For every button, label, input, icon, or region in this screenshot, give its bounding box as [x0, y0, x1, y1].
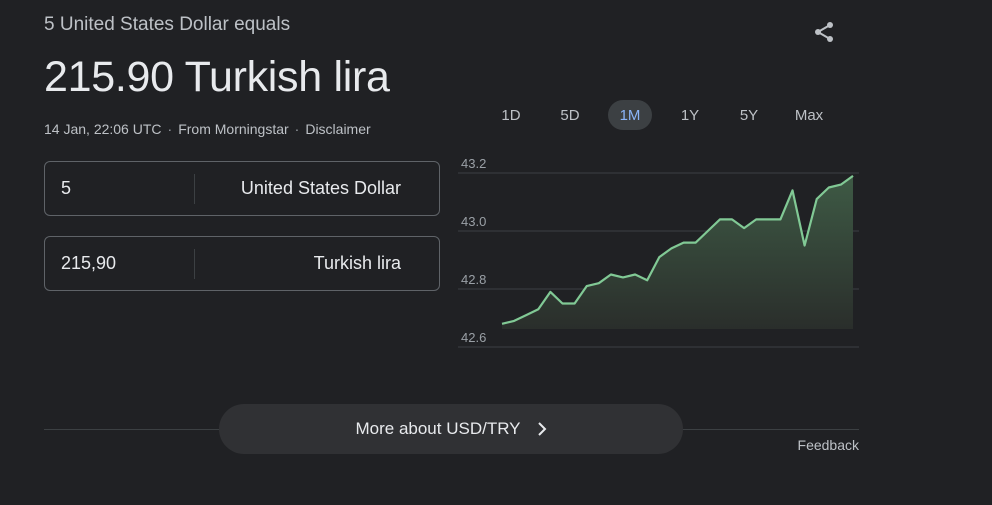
data-point	[815, 197, 819, 201]
data-point	[645, 278, 649, 282]
conversion-meta: 14 Jan, 22:06 UTC · From Morningstar · Discl…	[44, 121, 371, 137]
data-point	[536, 307, 540, 311]
to-currency-box: 215,90 Turkish lira	[44, 236, 440, 291]
y-tick-label: 42.6	[461, 330, 486, 345]
y-tick-label: 43.0	[461, 214, 486, 229]
data-point	[500, 322, 504, 326]
conversion-result: 215.90 Turkish lira	[44, 53, 390, 101]
data-point	[621, 275, 625, 279]
tab-max[interactable]: Max	[787, 100, 831, 130]
data-point	[548, 290, 552, 294]
data-point	[706, 229, 710, 233]
data-point	[669, 246, 673, 250]
feedback-link[interactable]: Feedback	[798, 437, 859, 453]
disclaimer-link[interactable]: Disclaimer	[305, 121, 370, 137]
tab-1y[interactable]: 1Y	[668, 100, 712, 130]
data-point	[839, 183, 843, 187]
data-point	[573, 302, 577, 306]
exchange-rate-chart[interactable]: 43.2 43.0 42.8 42.6	[455, 158, 865, 363]
to-currency-select[interactable]: Turkish lira	[314, 237, 401, 290]
data-point	[609, 273, 613, 277]
timestamp: 14 Jan, 22:06 UTC	[44, 121, 162, 137]
data-point	[694, 241, 698, 245]
data-point	[682, 241, 686, 245]
data-point	[790, 188, 794, 192]
tab-5d[interactable]: 5D	[548, 100, 592, 130]
divider	[194, 174, 195, 204]
tab-5y[interactable]: 5Y	[727, 100, 771, 130]
to-amount-input[interactable]: 215,90	[61, 237, 116, 290]
separator: ·	[167, 121, 173, 137]
source-link[interactable]: From Morningstar	[178, 121, 288, 137]
data-point	[827, 186, 831, 190]
data-point	[778, 217, 782, 221]
y-tick-label: 42.8	[461, 272, 486, 287]
data-point	[633, 273, 637, 277]
separator: ·	[294, 121, 300, 137]
data-point	[803, 244, 807, 248]
data-point	[742, 226, 746, 230]
from-amount-input[interactable]: 5	[61, 162, 71, 215]
data-point	[597, 281, 601, 285]
data-point	[524, 313, 528, 317]
share-button[interactable]	[806, 16, 842, 52]
data-point	[585, 284, 589, 288]
y-tick-label: 43.2	[461, 158, 486, 171]
tab-1m[interactable]: 1M	[608, 100, 652, 130]
data-point	[766, 217, 770, 221]
data-point	[718, 217, 722, 221]
share-icon	[812, 20, 836, 49]
more-about-button[interactable]: More about USD/TRY	[219, 404, 683, 454]
divider	[194, 249, 195, 279]
from-currency-box: 5 United States Dollar	[44, 161, 440, 216]
more-about-label: More about USD/TRY	[355, 419, 521, 438]
tab-1d[interactable]: 1D	[489, 100, 533, 130]
data-point	[512, 319, 516, 323]
chevron-right-icon	[537, 422, 547, 436]
data-point	[730, 217, 734, 221]
data-point	[754, 217, 758, 221]
chart-area	[502, 175, 853, 329]
data-point	[657, 255, 661, 259]
from-currency-select[interactable]: United States Dollar	[241, 162, 401, 215]
data-point	[851, 174, 855, 178]
conversion-subtitle: 5 United States Dollar equals	[44, 14, 291, 35]
data-point	[561, 302, 565, 306]
